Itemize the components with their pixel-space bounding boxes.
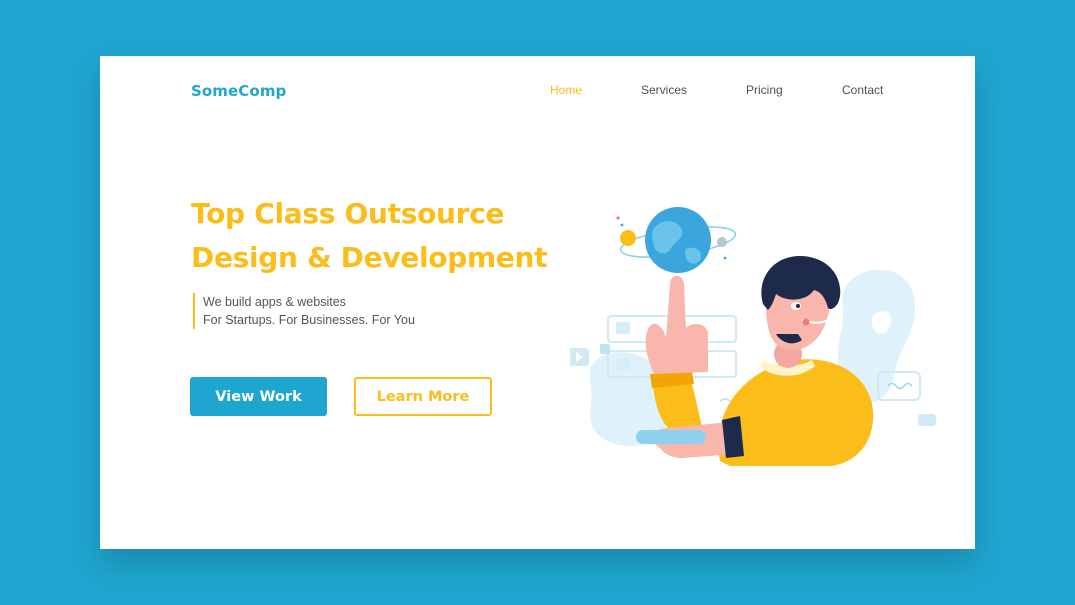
nav-home[interactable]: Home — [550, 83, 582, 97]
nav-contact[interactable]: Contact — [842, 83, 883, 97]
sparkle-dot-3 — [723, 256, 727, 260]
hero-tagline: We build apps & websites For Startups. F… — [193, 293, 415, 329]
headline-line-1: Top Class Outsource — [191, 197, 505, 230]
moon-icon — [717, 237, 727, 247]
resting-arm — [730, 408, 825, 458]
nav-services[interactable]: Services — [641, 83, 687, 97]
mouse-pad — [636, 430, 706, 444]
chat-wave — [887, 382, 913, 390]
raised-hand — [645, 275, 708, 374]
tagline-line-1: We build apps & websites — [203, 295, 346, 309]
sun-icon — [620, 230, 636, 246]
developer-illustration — [570, 207, 936, 466]
pupil — [796, 304, 800, 308]
nav-pricing[interactable]: Pricing — [746, 83, 783, 97]
chat-mini-icon — [918, 414, 936, 426]
view-work-button[interactable]: View Work — [190, 377, 327, 416]
landing-page-card: SomeComp Home Services Pricing Contact T… — [100, 56, 975, 549]
ui-card-box — [616, 322, 630, 334]
hero-headline: Top Class Outsource Design & Development — [191, 192, 548, 280]
sparkle-dot-2 — [620, 223, 624, 227]
headline-line-2: Design & Development — [191, 241, 548, 274]
sparkle-dot — [616, 216, 620, 220]
learn-more-button[interactable]: Learn More — [354, 377, 492, 416]
cheek — [802, 318, 810, 326]
ui-dot — [600, 344, 610, 354]
main-nav: Home Services Pricing Contact — [100, 83, 975, 103]
ui-card-box-2 — [616, 358, 630, 370]
tagline-line-2: For Startups. For Businesses. For You — [203, 313, 415, 327]
